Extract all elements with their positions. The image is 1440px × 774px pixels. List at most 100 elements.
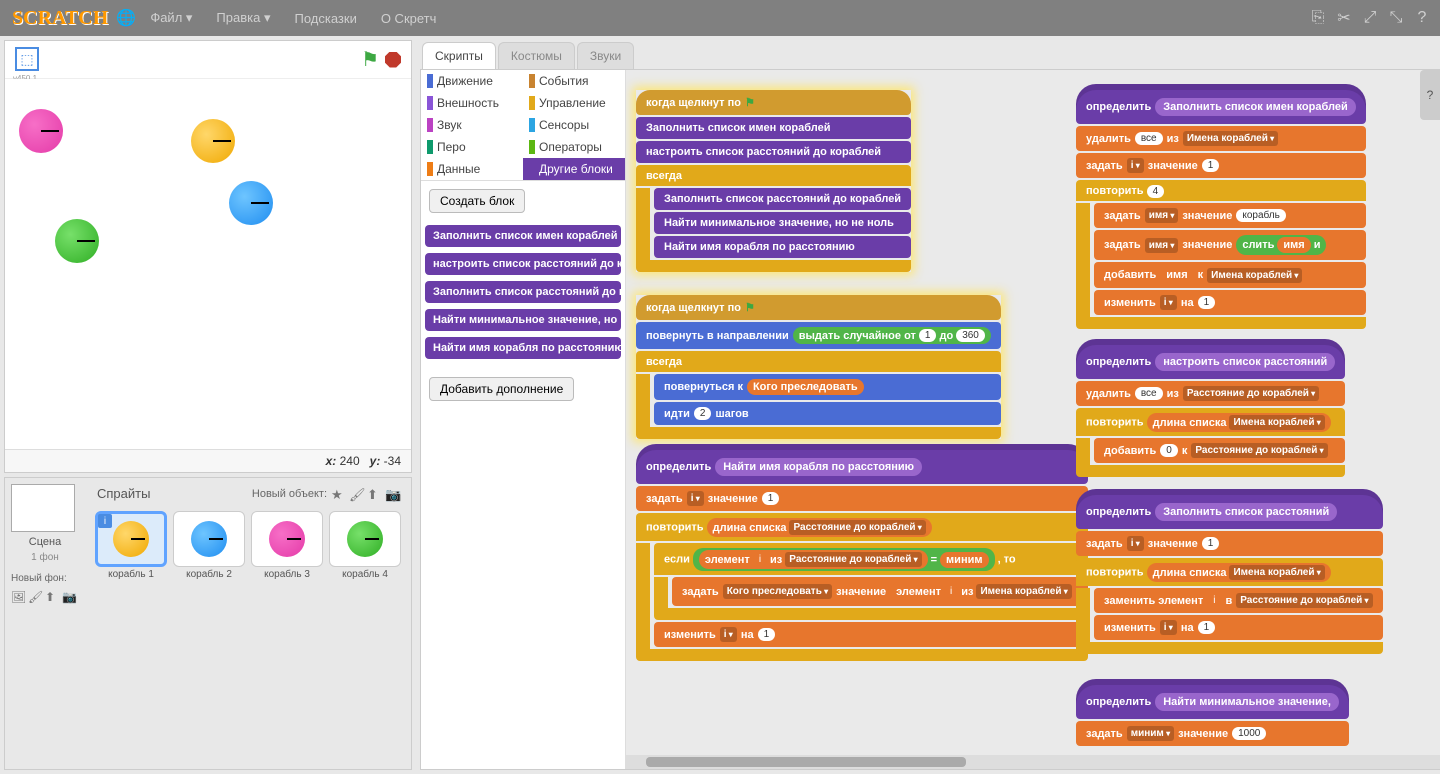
sprite-library-icon[interactable]: ★: [331, 487, 345, 501]
scripts-canvas[interactable]: когда щелкнут по ⚑ Заполнить список имен…: [626, 70, 1440, 769]
block-set-var[interactable]: задать миним значение 1000: [1076, 721, 1349, 746]
sprite-item[interactable]: корабль 2: [173, 511, 245, 580]
bg-library-icon[interactable]: 🖼: [11, 590, 25, 604]
canvas-hscroll[interactable]: [626, 755, 1440, 769]
script-stack[interactable]: определить Заполнить список имен корабле…: [1076, 90, 1366, 329]
block-point-direction[interactable]: повернуть в направлении выдать случайное…: [636, 322, 1001, 349]
tab-scripts[interactable]: Скрипты: [422, 42, 496, 69]
hat-define[interactable]: определить Найти имя корабля по расстоян…: [636, 450, 1088, 484]
sprite-item[interactable]: корабль 3: [251, 511, 323, 580]
palette-block[interactable]: Заполнить список расстояний до ко: [425, 281, 621, 303]
category-Внешность[interactable]: Внешность: [421, 92, 523, 114]
help-icon[interactable]: ?: [1412, 8, 1432, 28]
fullscreen-icon[interactable]: [15, 47, 39, 71]
block-set-var[interactable]: задать i значение 1: [1076, 153, 1366, 178]
block-set-var[interactable]: задать i значение 1: [636, 486, 1088, 511]
block-move[interactable]: идти 2 шагов: [654, 402, 1001, 425]
menu-tips[interactable]: Подсказки: [284, 5, 366, 32]
category-Управление[interactable]: Управление: [523, 92, 625, 114]
palette-block[interactable]: Найти имя корабля по расстоянию: [425, 337, 621, 359]
block-change-var[interactable]: изменить i на 1: [1094, 615, 1383, 640]
green-flag-icon[interactable]: ⚑: [361, 47, 379, 72]
script-stack[interactable]: определить Заполнить список расстояний з…: [1076, 495, 1383, 654]
block-add-list[interactable]: добавить имя к Имена кораблей: [1094, 262, 1366, 288]
category-Звук[interactable]: Звук: [421, 114, 523, 136]
block-set-var[interactable]: задать имя значение слить имя и: [1094, 230, 1366, 260]
grow-icon[interactable]: ⤢: [1360, 8, 1380, 28]
script-stack[interactable]: когда щелкнут по ⚑ Заполнить список имен…: [636, 90, 911, 272]
block-call[interactable]: Найти минимальное значение, но не ноль: [654, 212, 911, 234]
sprite-info-icon[interactable]: i: [98, 514, 112, 528]
category-Данные[interactable]: Данные: [421, 158, 523, 180]
stage-sprite[interactable]: [55, 219, 99, 263]
block-set-var[interactable]: задать i значение 1: [1076, 531, 1383, 556]
block-delete-list[interactable]: удалить все из Расстояние до кораблей: [1076, 381, 1345, 406]
category-Перо[interactable]: Перо: [421, 136, 523, 158]
stage-sprite[interactable]: [19, 109, 63, 153]
category-Операторы[interactable]: Операторы: [523, 136, 625, 158]
delete-icon[interactable]: ✂: [1334, 8, 1354, 28]
help-drawer-tab[interactable]: ?: [1420, 70, 1440, 120]
bg-camera-icon[interactable]: 📷: [62, 590, 76, 604]
scratch-logo[interactable]: SCRATCH: [8, 5, 112, 32]
block-forever[interactable]: всегда: [636, 351, 1001, 372]
category-Другие блоки[interactable]: Другие блоки: [523, 158, 625, 180]
hat-when-flag[interactable]: когда щелкнут по ⚑: [636, 90, 911, 115]
bg-upload-icon[interactable]: ⬆: [45, 590, 59, 604]
block-if[interactable]: если элемент i из Расстояние до кораблей…: [654, 543, 1088, 575]
block-change-var[interactable]: изменить i на 1: [1094, 290, 1366, 315]
script-stack[interactable]: когда щелкнут по ⚑ повернуть в направлен…: [636, 295, 1001, 439]
block-set-var[interactable]: задать имя значение корабль: [1094, 203, 1366, 228]
create-block-button[interactable]: Создать блок: [429, 189, 525, 213]
block-call[interactable]: настроить список расстояний до кораблей: [636, 141, 911, 163]
category-Движение[interactable]: Движение: [421, 70, 523, 92]
sprite-item[interactable]: iкорабль 1: [95, 511, 167, 580]
block-call[interactable]: Найти имя корабля по расстоянию: [654, 236, 911, 258]
script-stack[interactable]: определить Найти минимальное значение, з…: [1076, 685, 1349, 746]
tab-sounds[interactable]: Звуки: [577, 42, 634, 69]
menu-edit[interactable]: Правка ▾: [206, 4, 280, 32]
hat-define[interactable]: определить Найти минимальное значение,: [1076, 685, 1349, 719]
add-extension-button[interactable]: Добавить дополнение: [429, 377, 574, 401]
block-point-towards[interactable]: повернуться к Кого преследовать: [654, 374, 1001, 400]
script-stack[interactable]: определить настроить список расстояний у…: [1076, 345, 1345, 477]
category-События[interactable]: События: [523, 70, 625, 92]
block-add-list[interactable]: добавить 0 к Расстояние до кораблей: [1094, 438, 1345, 463]
block-repeat[interactable]: повторить длина списка Имена кораблей: [1076, 558, 1383, 586]
block-forever[interactable]: всегда: [636, 165, 911, 186]
stage-sprite[interactable]: [229, 181, 273, 225]
block-repeat[interactable]: повторить длина списка Имена кораблей: [1076, 408, 1345, 436]
block-repeat[interactable]: повторить 4: [1076, 180, 1366, 201]
palette-block[interactable]: Заполнить список имен кораблей: [425, 225, 621, 247]
sprite-upload-icon[interactable]: ⬆: [367, 487, 381, 501]
sprite-camera-icon[interactable]: 📷: [385, 487, 399, 501]
block-replace-list[interactable]: заменить элемент i в Расстояние до кораб…: [1094, 588, 1383, 613]
menu-about[interactable]: О Скретч: [371, 5, 447, 32]
sprite-item[interactable]: корабль 4: [329, 511, 401, 580]
scene-thumb[interactable]: [11, 484, 75, 532]
globe-icon[interactable]: 🌐: [116, 8, 136, 28]
sprite-paint-icon[interactable]: 🖌: [349, 487, 363, 501]
stage[interactable]: [5, 79, 411, 449]
hat-when-flag[interactable]: когда щелкнут по ⚑: [636, 295, 1001, 320]
hat-define[interactable]: определить Заполнить список имен корабле…: [1076, 90, 1366, 124]
block-call[interactable]: Заполнить список имен кораблей: [636, 117, 911, 139]
block-set-var[interactable]: задать Кого преследовать значение элемен…: [672, 577, 1088, 606]
block-change-var[interactable]: изменить i на 1: [654, 622, 1088, 647]
block-repeat[interactable]: повторить длина списка Расстояние до кор…: [636, 513, 1088, 541]
block-delete-list[interactable]: удалить все из Имена кораблей: [1076, 126, 1366, 151]
shrink-icon[interactable]: ⤡: [1386, 8, 1406, 28]
palette-block[interactable]: настроить список расстояний до ко: [425, 253, 621, 275]
palette-block[interactable]: Найти минимальное значение, но не: [425, 309, 621, 331]
duplicate-icon[interactable]: ⎘: [1308, 8, 1328, 28]
block-call[interactable]: Заполнить список расстояний до кораблей: [654, 188, 911, 210]
hat-define[interactable]: определить Заполнить список расстояний: [1076, 495, 1383, 529]
bg-paint-icon[interactable]: 🖌: [28, 590, 42, 604]
stop-icon[interactable]: [385, 52, 401, 68]
tab-costumes[interactable]: Костюмы: [498, 42, 575, 69]
menu-file[interactable]: Файл ▾: [140, 4, 202, 32]
hat-define[interactable]: определить настроить список расстояний: [1076, 345, 1345, 379]
stage-sprite[interactable]: [191, 119, 235, 163]
category-Сенсоры[interactable]: Сенсоры: [523, 114, 625, 136]
script-stack[interactable]: определить Найти имя корабля по расстоян…: [636, 450, 1088, 661]
